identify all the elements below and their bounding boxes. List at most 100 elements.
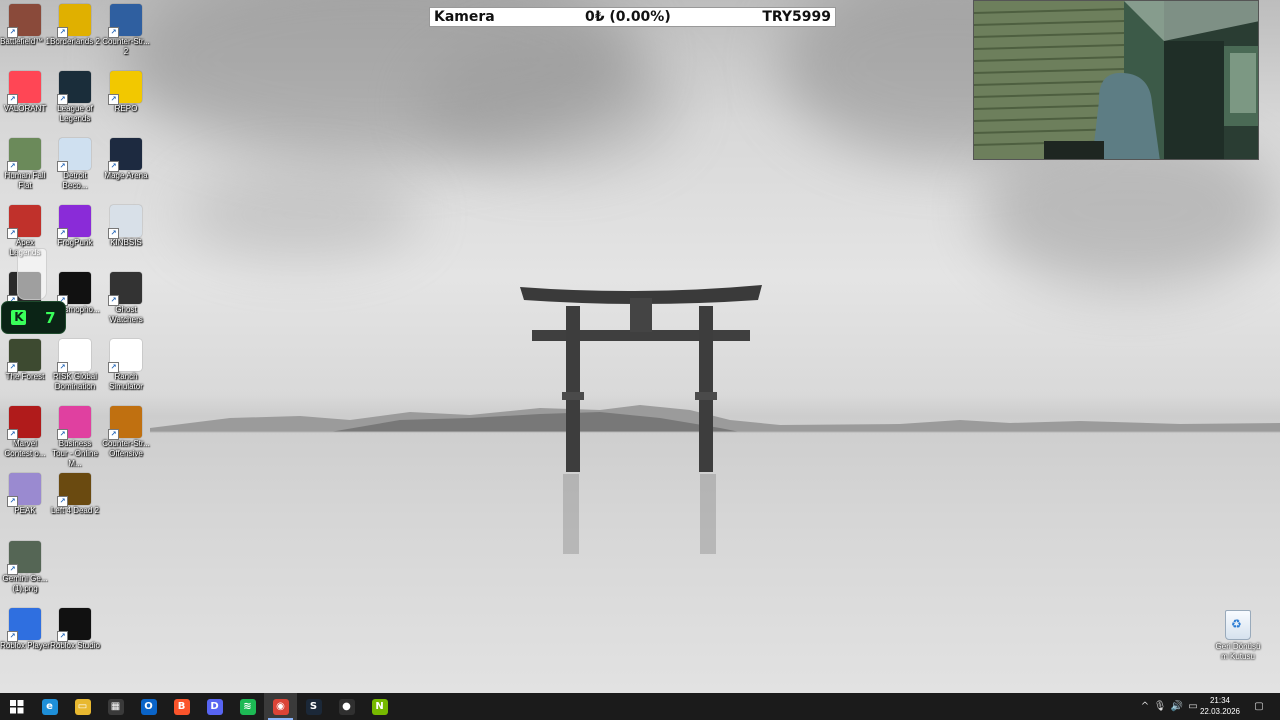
taskbar-app[interactable]: ● — [330, 693, 363, 720]
desktop-icon[interactable]: ↗ Left 4 Dead 2 — [50, 469, 100, 516]
nvidia-icon: N — [371, 698, 388, 715]
ghost-watchers-icon: ↗ — [108, 272, 142, 306]
recycle-bin[interactable]: Geri Dönüşü m Kutusu — [1212, 610, 1264, 662]
clock-date: 22.03.2026 — [1199, 707, 1241, 716]
borderlands-icon: ↗ — [57, 4, 91, 38]
show-hidden-icons-button[interactable]: ^ — [1138, 693, 1152, 720]
desktop-icon[interactable]: ↗ RISK Global Domination — [50, 335, 100, 392]
taskbar-app[interactable]: D — [198, 693, 231, 720]
shortcut-arrow-icon: ↗ — [108, 429, 119, 440]
desktop-icon[interactable]: ↗ Battlefield™ 1 — [0, 0, 50, 47]
shortcut-arrow-icon: ↗ — [108, 228, 119, 239]
overlay-label: Kamera — [434, 9, 495, 25]
desktop-icon-label: Counter-Str... Offensive — [102, 439, 150, 458]
desktop-icon[interactable]: ↗ Ranch Simulator — [101, 335, 151, 392]
taskbar-app[interactable]: N — [363, 693, 396, 720]
edge-icon: e — [41, 698, 58, 715]
desktop-icon[interactable]: ↗ Detroit Beco... — [50, 134, 100, 191]
chrome-icon: ◉ — [272, 698, 289, 715]
taskbar: e ▭ ▦ O B D ≋ ◉ S ● N ^ 🎙 🔊 ▭ 21:34 22.03.2026 ▢ — [0, 693, 1280, 720]
shortcut-arrow-icon: ↗ — [7, 362, 18, 373]
glass-widget — [17, 248, 47, 300]
business-tour-icon: ↗ — [57, 406, 91, 440]
obs-icon: ● — [338, 698, 355, 715]
shortcut-arrow-icon: ↗ — [57, 362, 68, 373]
ranch-simulator-icon: ↗ — [108, 339, 142, 373]
human-fall-flat-icon: ↗ — [7, 138, 41, 172]
the-forest-icon: ↗ — [7, 339, 41, 373]
desktop-icon[interactable]: ↗ FrogPunk — [50, 201, 100, 248]
desktop-icon[interactable]: ↗ League of Legends — [50, 67, 100, 124]
desktop-icon[interactable]: ↗ Roblox Studio — [50, 604, 100, 651]
desktop-icon[interactable]: ↗ Marvel Contest o... — [0, 402, 50, 459]
notification-icon: ▢ — [1254, 701, 1264, 712]
shortcut-arrow-icon: ↗ — [7, 631, 18, 642]
image-file-icon: ↗ — [7, 541, 41, 575]
desktop-icon[interactable]: ↗ PEAK — [0, 469, 50, 516]
outlook-icon: O — [140, 698, 157, 715]
microphone-icon[interactable]: 🎙 — [1153, 693, 1167, 720]
roblox-studio-icon: ↗ — [57, 608, 91, 642]
shortcut-arrow-icon: ↗ — [108, 295, 119, 306]
apex-icon: ↗ — [7, 205, 41, 239]
desktop-icon[interactable]: ↗ Borderlands 2 — [50, 0, 100, 47]
desktop-icon[interactable]: ↗ Ghost Watchers — [101, 268, 151, 325]
roblox-player-icon: ↗ — [7, 608, 41, 642]
desktop-icon-label: Roblox Player — [0, 641, 50, 650]
desktop-icon[interactable]: ↗ Human Fall Flat — [0, 134, 50, 191]
start-button[interactable] — [0, 693, 33, 720]
widget-letter: K — [11, 310, 27, 325]
clock[interactable]: 21:34 22.03.2026 — [1196, 695, 1244, 717]
counter-strike-2-icon: ↗ — [108, 4, 142, 38]
desktop-icon-label: KINBSIS — [110, 238, 142, 247]
camera-overlay-bar: Kamera 0₺ (0.00%) TRY5999 — [429, 7, 836, 27]
desktop-icon-label: FrogPunk — [57, 238, 93, 247]
desktop-icon[interactable]: ↗ Mage Arena — [101, 134, 151, 181]
taskbar-app[interactable]: ▦ — [99, 693, 132, 720]
taskbar-app[interactable]: e — [33, 693, 66, 720]
recycle-bin-icon — [1225, 610, 1251, 640]
desktop-icon[interactable]: ↗ Roblox Player — [0, 604, 50, 651]
taskbar-app[interactable]: ◉ — [264, 693, 297, 720]
taskbar-app[interactable]: B — [165, 693, 198, 720]
desktop-icon[interactable]: ↗ KINBSIS — [101, 201, 151, 248]
counter-widget[interactable]: K 7 — [1, 301, 66, 334]
steam-icon: S — [305, 698, 322, 715]
desktop-icon-label: Marvel Contest o... — [4, 439, 46, 458]
taskbar-app[interactable]: S — [297, 693, 330, 720]
desktop-icon[interactable]: ↗ Counter-Str... Offensive — [101, 402, 151, 459]
shortcut-arrow-icon: ↗ — [57, 94, 68, 105]
taskbar-app[interactable]: ≋ — [231, 693, 264, 720]
overlay-value: 0₺ (0.00%) — [585, 9, 671, 25]
desktop-icon[interactable]: ↗ The Forest — [0, 335, 50, 382]
shortcut-arrow-icon: ↗ — [108, 362, 119, 373]
taskbar-app[interactable]: ▭ — [66, 693, 99, 720]
desktop-icon-label: PEAK — [14, 506, 36, 515]
desktop-icon[interactable]: ↗ Gemini Ge... (1).png — [0, 537, 50, 594]
risk-icon: ↗ — [57, 339, 91, 373]
desktop-icon[interactable]: ↗ Counter-Str... 2 — [101, 0, 151, 57]
taskbar-app[interactable]: O — [132, 693, 165, 720]
notifications-button[interactable]: ▢ — [1250, 693, 1268, 720]
desktop-icon[interactable]: ↗ REPO — [101, 67, 151, 114]
shortcut-arrow-icon: ↗ — [57, 27, 68, 38]
shortcut-arrow-icon: ↗ — [57, 161, 68, 172]
desktop-icon[interactable]: ↗ VALORANT — [0, 67, 50, 114]
desktop-icon-label: Ranch Simulator — [109, 372, 143, 391]
chevron-up-icon: ^ — [1140, 701, 1150, 712]
frogpunk-icon: ↗ — [57, 205, 91, 239]
shortcut-arrow-icon: ↗ — [57, 631, 68, 642]
battlefield-icon: ↗ — [7, 4, 41, 38]
cs-go-icon: ↗ — [108, 406, 142, 440]
volume-icon[interactable]: 🔊 — [1169, 693, 1185, 720]
desktop-icon-label: Human Fall Flat — [4, 171, 46, 190]
desktop-icon-label: League of Legends — [57, 104, 93, 123]
shortcut-arrow-icon: ↗ — [7, 496, 18, 507]
mage-arena-icon: ↗ — [108, 138, 142, 172]
marvel-icon: ↗ — [7, 406, 41, 440]
brave-icon: B — [173, 698, 190, 715]
shortcut-arrow-icon: ↗ — [108, 94, 119, 105]
shortcut-arrow-icon: ↗ — [7, 429, 18, 440]
desktop-icon[interactable]: ↗ Business Tour - Online M... — [50, 402, 100, 469]
shortcut-arrow-icon: ↗ — [7, 564, 18, 575]
